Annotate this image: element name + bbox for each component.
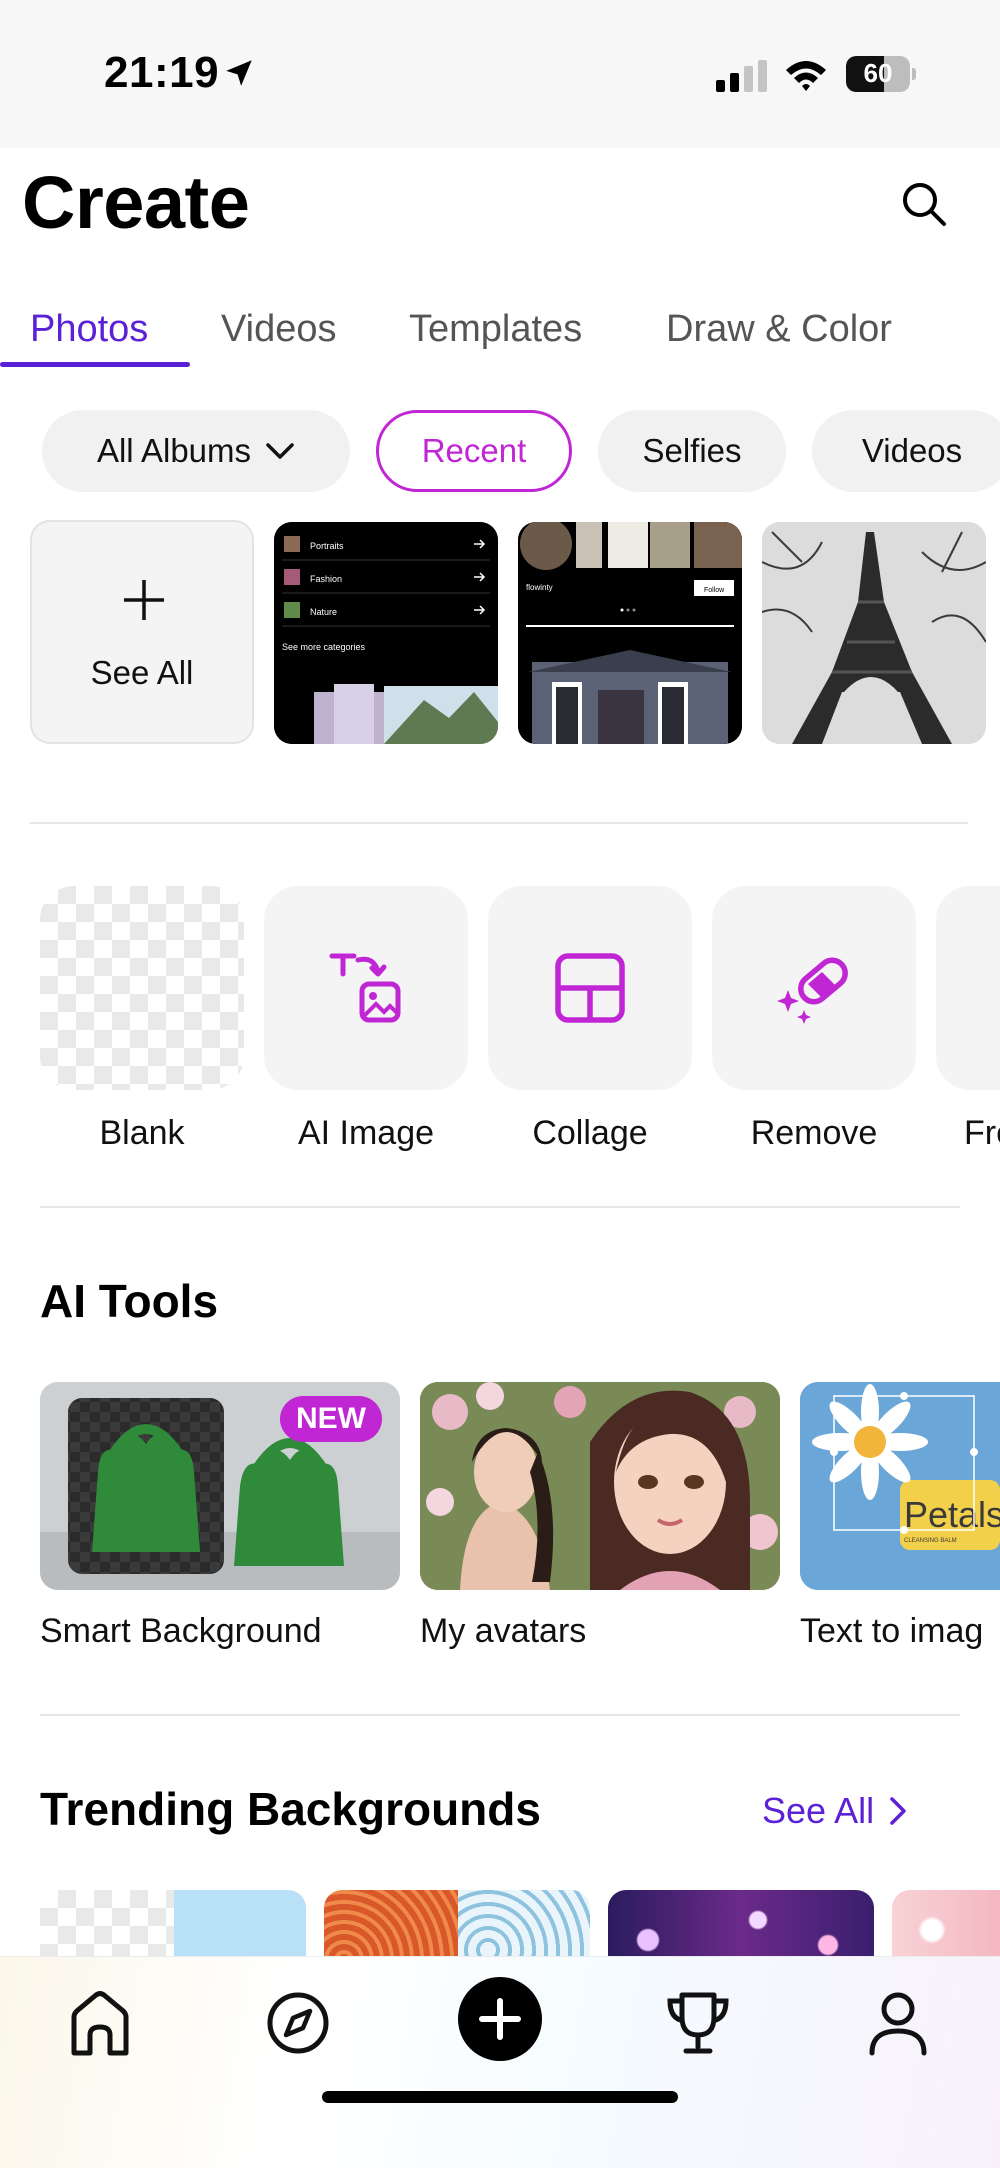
category-portraits: Portraits bbox=[310, 541, 344, 551]
section-divider bbox=[40, 1714, 960, 1716]
background-card-bokeh[interactable] bbox=[608, 1890, 874, 1960]
text-to-image-image: Petals CLEANSING BALM bbox=[800, 1382, 1000, 1590]
category-fashion: Fashion bbox=[310, 574, 342, 584]
chevron-down-icon bbox=[266, 443, 294, 459]
section-divider bbox=[30, 822, 968, 824]
gallery-screenshot-image: flowinty Follow bbox=[518, 522, 742, 744]
section-divider bbox=[40, 1206, 960, 1208]
background-card-waves[interactable] bbox=[324, 1890, 590, 1960]
action-collage-label: Collage bbox=[532, 1114, 648, 1152]
action-blank[interactable]: Blank bbox=[40, 886, 244, 1153]
collage-icon bbox=[555, 953, 625, 1023]
see-all-photos-button[interactable]: See All bbox=[30, 520, 254, 744]
ai-tools-title: AI Tools bbox=[40, 1275, 219, 1327]
action-free[interactable]: Fre bbox=[936, 886, 1000, 1153]
trending-backgrounds-title: Trending Backgrounds bbox=[40, 1783, 541, 1835]
plus-icon bbox=[124, 580, 164, 620]
photo-thumbnail[interactable]: Portraits Fashion Nature See more catego… bbox=[274, 522, 498, 744]
see-more-categories: See more categories bbox=[282, 642, 366, 652]
bottom-nav bbox=[0, 1956, 1000, 2168]
compass-icon[interactable] bbox=[258, 1983, 338, 2063]
petals-label: Petals bbox=[904, 1494, 1000, 1535]
action-remove-label: Remove bbox=[750, 1114, 878, 1152]
tab-templates[interactable]: Templates bbox=[409, 308, 582, 351]
background-card-transparent[interactable] bbox=[40, 1890, 306, 1960]
battery-indicator: 60 bbox=[846, 56, 916, 92]
status-bar: 21:19 60 bbox=[0, 0, 1000, 148]
wifi-icon bbox=[786, 61, 826, 91]
tool-my-avatars-label: My avatars bbox=[420, 1612, 587, 1650]
action-ai-image[interactable]: AI Image bbox=[264, 886, 468, 1153]
status-time: 21:19 bbox=[104, 48, 220, 97]
petals-sublabel: CLEANSING BALM bbox=[904, 1538, 957, 1544]
thumb-username: flowinty bbox=[526, 583, 553, 592]
filter-videos[interactable]: Videos bbox=[812, 410, 1000, 492]
tab-photos[interactable]: Photos bbox=[30, 308, 148, 351]
filter-videos-label: Videos bbox=[861, 432, 963, 469]
battery-level: 60 bbox=[863, 58, 893, 88]
tool-smart-background[interactable]: NEW Smart Background bbox=[40, 1382, 400, 1651]
tab-draw-color[interactable]: Draw & Color bbox=[666, 308, 892, 351]
page-title: Create bbox=[22, 161, 250, 244]
text-to-image-icon bbox=[329, 953, 401, 1023]
new-badge: NEW bbox=[280, 1396, 382, 1442]
home-indicator bbox=[322, 2091, 678, 2103]
thumb-follow: Follow bbox=[704, 587, 725, 594]
filter-all-albums[interactable]: All Albums bbox=[42, 410, 350, 492]
categories-screenshot-image: Portraits Fashion Nature See more catego… bbox=[274, 522, 498, 744]
action-ai-image-label: AI Image bbox=[297, 1114, 435, 1152]
tool-text-to-image-label: Text to imag bbox=[800, 1612, 984, 1650]
tool-text-to-image[interactable]: Petals CLEANSING BALM Text to imag bbox=[800, 1382, 1000, 1651]
photo-thumbnail[interactable] bbox=[762, 522, 986, 744]
photo-thumbnail[interactable]: flowinty Follow bbox=[518, 522, 742, 744]
category-nature: Nature bbox=[310, 607, 337, 617]
action-blank-label: Blank bbox=[99, 1114, 185, 1152]
trophy-icon[interactable] bbox=[658, 1983, 738, 2063]
create-button[interactable] bbox=[458, 1977, 542, 2061]
eiffel-tower-image bbox=[762, 522, 986, 744]
eraser-sparkle-icon bbox=[777, 957, 848, 1024]
filter-selfies[interactable]: Selfies bbox=[598, 410, 786, 492]
trending-see-all-link[interactable]: See All bbox=[762, 1790, 908, 1832]
profile-icon[interactable] bbox=[858, 1983, 938, 2063]
filter-recent[interactable]: Recent bbox=[376, 410, 572, 492]
action-collage[interactable]: Collage bbox=[488, 886, 692, 1153]
filter-all-albums-label: All Albums bbox=[96, 432, 252, 469]
see-all-label: See All bbox=[90, 654, 194, 691]
home-icon[interactable] bbox=[60, 1983, 140, 2063]
active-tab-indicator bbox=[0, 362, 190, 367]
cellular-signal-icon bbox=[716, 60, 767, 92]
action-remove[interactable]: Remove bbox=[712, 886, 916, 1153]
tool-smart-background-label: Smart Background bbox=[40, 1612, 322, 1650]
location-arrow-icon bbox=[226, 60, 252, 86]
tool-my-avatars[interactable]: My avatars bbox=[420, 1382, 780, 1651]
tab-bar: Photos Videos Templates Draw & Color bbox=[0, 300, 1000, 370]
filter-recent-label: Recent bbox=[421, 432, 527, 469]
avatars-image bbox=[420, 1382, 780, 1590]
action-free-label: Fre bbox=[964, 1114, 1000, 1152]
chevron-right-icon bbox=[890, 1797, 906, 1825]
plus-icon bbox=[479, 1998, 521, 2040]
filter-selfies-label: Selfies bbox=[642, 432, 742, 469]
tab-videos[interactable]: Videos bbox=[221, 308, 337, 351]
trending-see-all-label: See All bbox=[762, 1790, 875, 1831]
transparent-canvas-preview bbox=[40, 886, 244, 1090]
search-icon[interactable] bbox=[896, 176, 952, 232]
background-card-pink[interactable] bbox=[892, 1890, 1000, 1960]
